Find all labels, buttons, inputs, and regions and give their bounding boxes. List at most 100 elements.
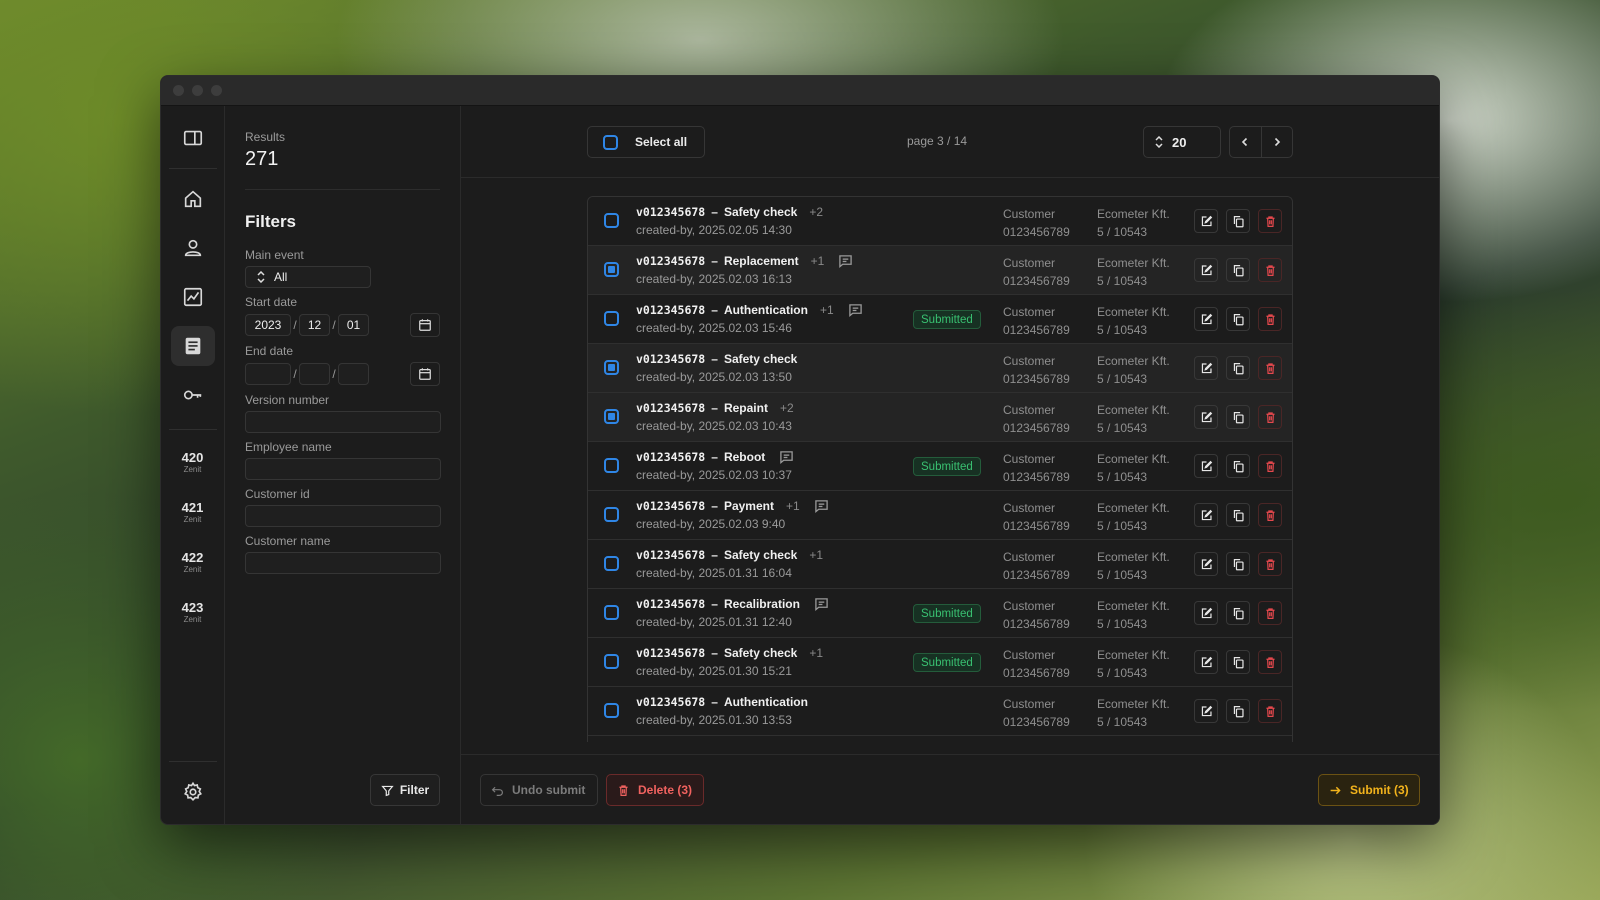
table-row[interactable]: v012345678– Repaint +2 created-by, 2025.02.… bbox=[588, 393, 1292, 442]
delete-icon[interactable] bbox=[1258, 552, 1282, 576]
start-date-day-input[interactable]: 01 bbox=[338, 314, 369, 336]
document-icon[interactable] bbox=[170, 326, 215, 366]
edit-icon[interactable] bbox=[1194, 356, 1218, 380]
employee-name-input[interactable] bbox=[245, 458, 441, 480]
customer-name-input[interactable] bbox=[245, 552, 441, 574]
row-checkbox[interactable] bbox=[604, 458, 619, 473]
row-checkbox[interactable] bbox=[604, 703, 619, 718]
end-date-year-input[interactable] bbox=[245, 363, 291, 385]
comment-icon[interactable] bbox=[814, 499, 829, 513]
table-row[interactable]: v012345678–Safety check+1created-by, 202… bbox=[588, 736, 1292, 742]
calendar-icon[interactable] bbox=[410, 362, 440, 386]
edit-icon[interactable] bbox=[1194, 552, 1218, 576]
start-date-year-input[interactable]: 2023 bbox=[245, 314, 291, 336]
row-checkbox[interactable] bbox=[604, 262, 619, 277]
per-page-select[interactable]: 20 bbox=[1143, 126, 1221, 158]
chart-icon[interactable] bbox=[171, 277, 215, 317]
row-checkbox[interactable] bbox=[604, 605, 619, 620]
edit-icon[interactable] bbox=[1194, 454, 1218, 478]
copy-icon[interactable] bbox=[1226, 699, 1250, 723]
edit-icon[interactable] bbox=[1194, 307, 1218, 331]
copy-icon[interactable] bbox=[1226, 503, 1250, 527]
window-maximize-button[interactable] bbox=[211, 85, 222, 96]
edit-icon[interactable] bbox=[1194, 258, 1218, 282]
delete-icon[interactable] bbox=[1258, 601, 1282, 625]
copy-icon[interactable] bbox=[1226, 454, 1250, 478]
end-date-month-input[interactable] bbox=[299, 363, 330, 385]
version-number-input[interactable] bbox=[245, 411, 441, 433]
row-checkbox[interactable] bbox=[604, 654, 619, 669]
row-checkbox[interactable] bbox=[604, 213, 619, 228]
row-checkbox[interactable] bbox=[604, 507, 619, 522]
table-row[interactable]: v012345678–Safety check+1created-by, 202… bbox=[588, 638, 1292, 687]
undo-submit-button[interactable]: Undo submit bbox=[480, 774, 598, 806]
delete-icon[interactable] bbox=[1258, 699, 1282, 723]
comment-icon[interactable] bbox=[779, 450, 794, 464]
delete-button[interactable]: Delete (3) bbox=[606, 774, 704, 806]
dash-separator: – bbox=[711, 401, 718, 415]
comment-icon[interactable] bbox=[838, 254, 853, 268]
main-event-select[interactable]: All bbox=[245, 266, 371, 288]
table-row[interactable]: v012345678– Replacement +1 created-by, 2025… bbox=[588, 246, 1292, 295]
copy-icon[interactable] bbox=[1226, 601, 1250, 625]
table-row[interactable]: v012345678– Payment +1 created-by, 2025.02.… bbox=[588, 491, 1292, 540]
home-icon[interactable] bbox=[171, 179, 215, 219]
key-icon[interactable] bbox=[171, 375, 215, 415]
table-row[interactable]: v012345678– Reboot created-by, 2025.02.03 … bbox=[588, 442, 1292, 491]
rail-item-422[interactable]: 422 Zenit bbox=[182, 538, 204, 588]
copy-icon[interactable] bbox=[1226, 552, 1250, 576]
start-date-month-input[interactable]: 12 bbox=[299, 314, 330, 336]
next-page-button[interactable] bbox=[1262, 127, 1293, 157]
previous-page-button[interactable] bbox=[1230, 127, 1262, 157]
rail-item-421[interactable]: 421 Zenit bbox=[182, 488, 204, 538]
table-row[interactable]: v012345678– Safety check created-by, 2025.… bbox=[588, 344, 1292, 393]
edit-icon[interactable] bbox=[1194, 699, 1218, 723]
row-checkbox[interactable] bbox=[604, 556, 619, 571]
filter-button[interactable]: Filter bbox=[370, 774, 440, 806]
table-row[interactable]: v012345678– Authentication +1 created-by, 2… bbox=[588, 295, 1292, 344]
delete-icon[interactable] bbox=[1258, 503, 1282, 527]
delete-icon[interactable] bbox=[1258, 356, 1282, 380]
delete-icon[interactable] bbox=[1258, 307, 1282, 331]
table-row[interactable]: v012345678–Safety check+1created-by, 202… bbox=[588, 540, 1292, 589]
copy-icon[interactable] bbox=[1226, 356, 1250, 380]
window-minimize-button[interactable] bbox=[192, 85, 203, 96]
copy-icon[interactable] bbox=[1226, 258, 1250, 282]
edit-icon[interactable] bbox=[1194, 503, 1218, 527]
delete-icon[interactable] bbox=[1258, 650, 1282, 674]
window-close-button[interactable] bbox=[173, 85, 184, 96]
edit-icon[interactable] bbox=[1194, 650, 1218, 674]
table-row[interactable]: v012345678– Safety check +2 created-by, 202… bbox=[588, 197, 1292, 246]
edit-icon[interactable] bbox=[1194, 601, 1218, 625]
select-all-button[interactable]: Select all bbox=[587, 126, 705, 158]
settings-gear-icon[interactable] bbox=[171, 772, 215, 812]
delete-icon[interactable] bbox=[1258, 454, 1282, 478]
copy-icon[interactable] bbox=[1226, 650, 1250, 674]
row-checkbox[interactable] bbox=[604, 360, 619, 375]
edit-icon[interactable] bbox=[1194, 209, 1218, 233]
delete-icon[interactable] bbox=[1258, 258, 1282, 282]
user-icon[interactable] bbox=[171, 228, 215, 268]
comment-icon[interactable] bbox=[848, 303, 863, 317]
customer-id-input[interactable] bbox=[245, 505, 441, 527]
copy-icon[interactable] bbox=[1226, 307, 1250, 331]
row-checkbox[interactable] bbox=[604, 311, 619, 326]
table-row[interactable]: v012345678– Recalibration created-by, 2025… bbox=[588, 589, 1292, 638]
calendar-icon[interactable] bbox=[410, 313, 440, 337]
select-all-checkbox[interactable] bbox=[603, 134, 618, 150]
comment-icon[interactable] bbox=[814, 597, 829, 611]
rail-item-number: 421 bbox=[181, 500, 204, 515]
rail-item-420[interactable]: 420 Zenit bbox=[182, 438, 204, 488]
rail-item-423[interactable]: 423 Zenit bbox=[182, 588, 204, 638]
copy-icon[interactable] bbox=[1226, 405, 1250, 429]
copy-icon[interactable] bbox=[1226, 209, 1250, 233]
sidebar-toggle-icon[interactable] bbox=[171, 118, 215, 158]
edit-icon[interactable] bbox=[1194, 405, 1218, 429]
submit-button[interactable]: Submit (3) bbox=[1318, 774, 1420, 806]
row-checkbox[interactable] bbox=[604, 409, 619, 424]
delete-icon[interactable] bbox=[1258, 405, 1282, 429]
delete-icon[interactable] bbox=[1258, 209, 1282, 233]
end-date-day-input[interactable] bbox=[338, 363, 369, 385]
table-row[interactable]: v012345678– Authentication created-by, 202… bbox=[588, 687, 1292, 736]
company-name: Ecometer Kft. bbox=[1097, 305, 1170, 319]
